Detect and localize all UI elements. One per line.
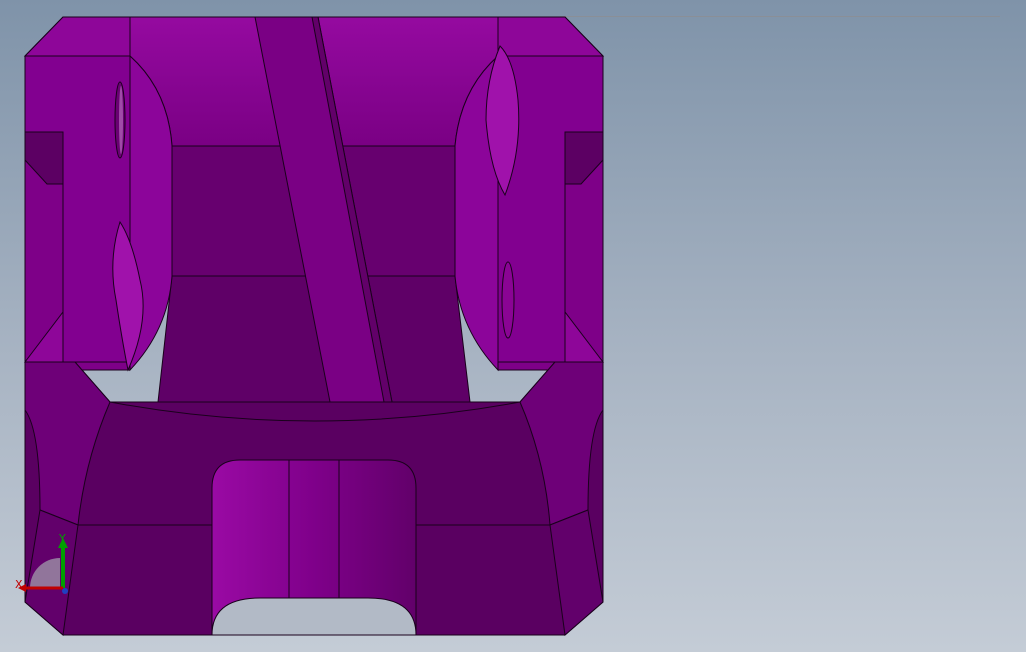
3d-part-model[interactable] bbox=[0, 0, 1026, 652]
left-flange-top-face bbox=[23, 16, 131, 57]
part-body[interactable] bbox=[23, 16, 605, 636]
right-flange-top-face bbox=[497, 16, 605, 57]
x-axis-label: X bbox=[15, 578, 23, 591]
right-lower-hole bbox=[501, 261, 515, 339]
triad-quarter-disc bbox=[30, 558, 60, 588]
y-axis-label: Y bbox=[58, 532, 66, 545]
slot-bottom-notch bbox=[211, 597, 417, 636]
z-axis-dot bbox=[62, 588, 68, 594]
left-upper-hole-inner bbox=[119, 86, 123, 154]
view-orientation-triad: X Y bbox=[15, 532, 68, 594]
graphics-viewport[interactable]: X Y bbox=[0, 0, 1026, 652]
